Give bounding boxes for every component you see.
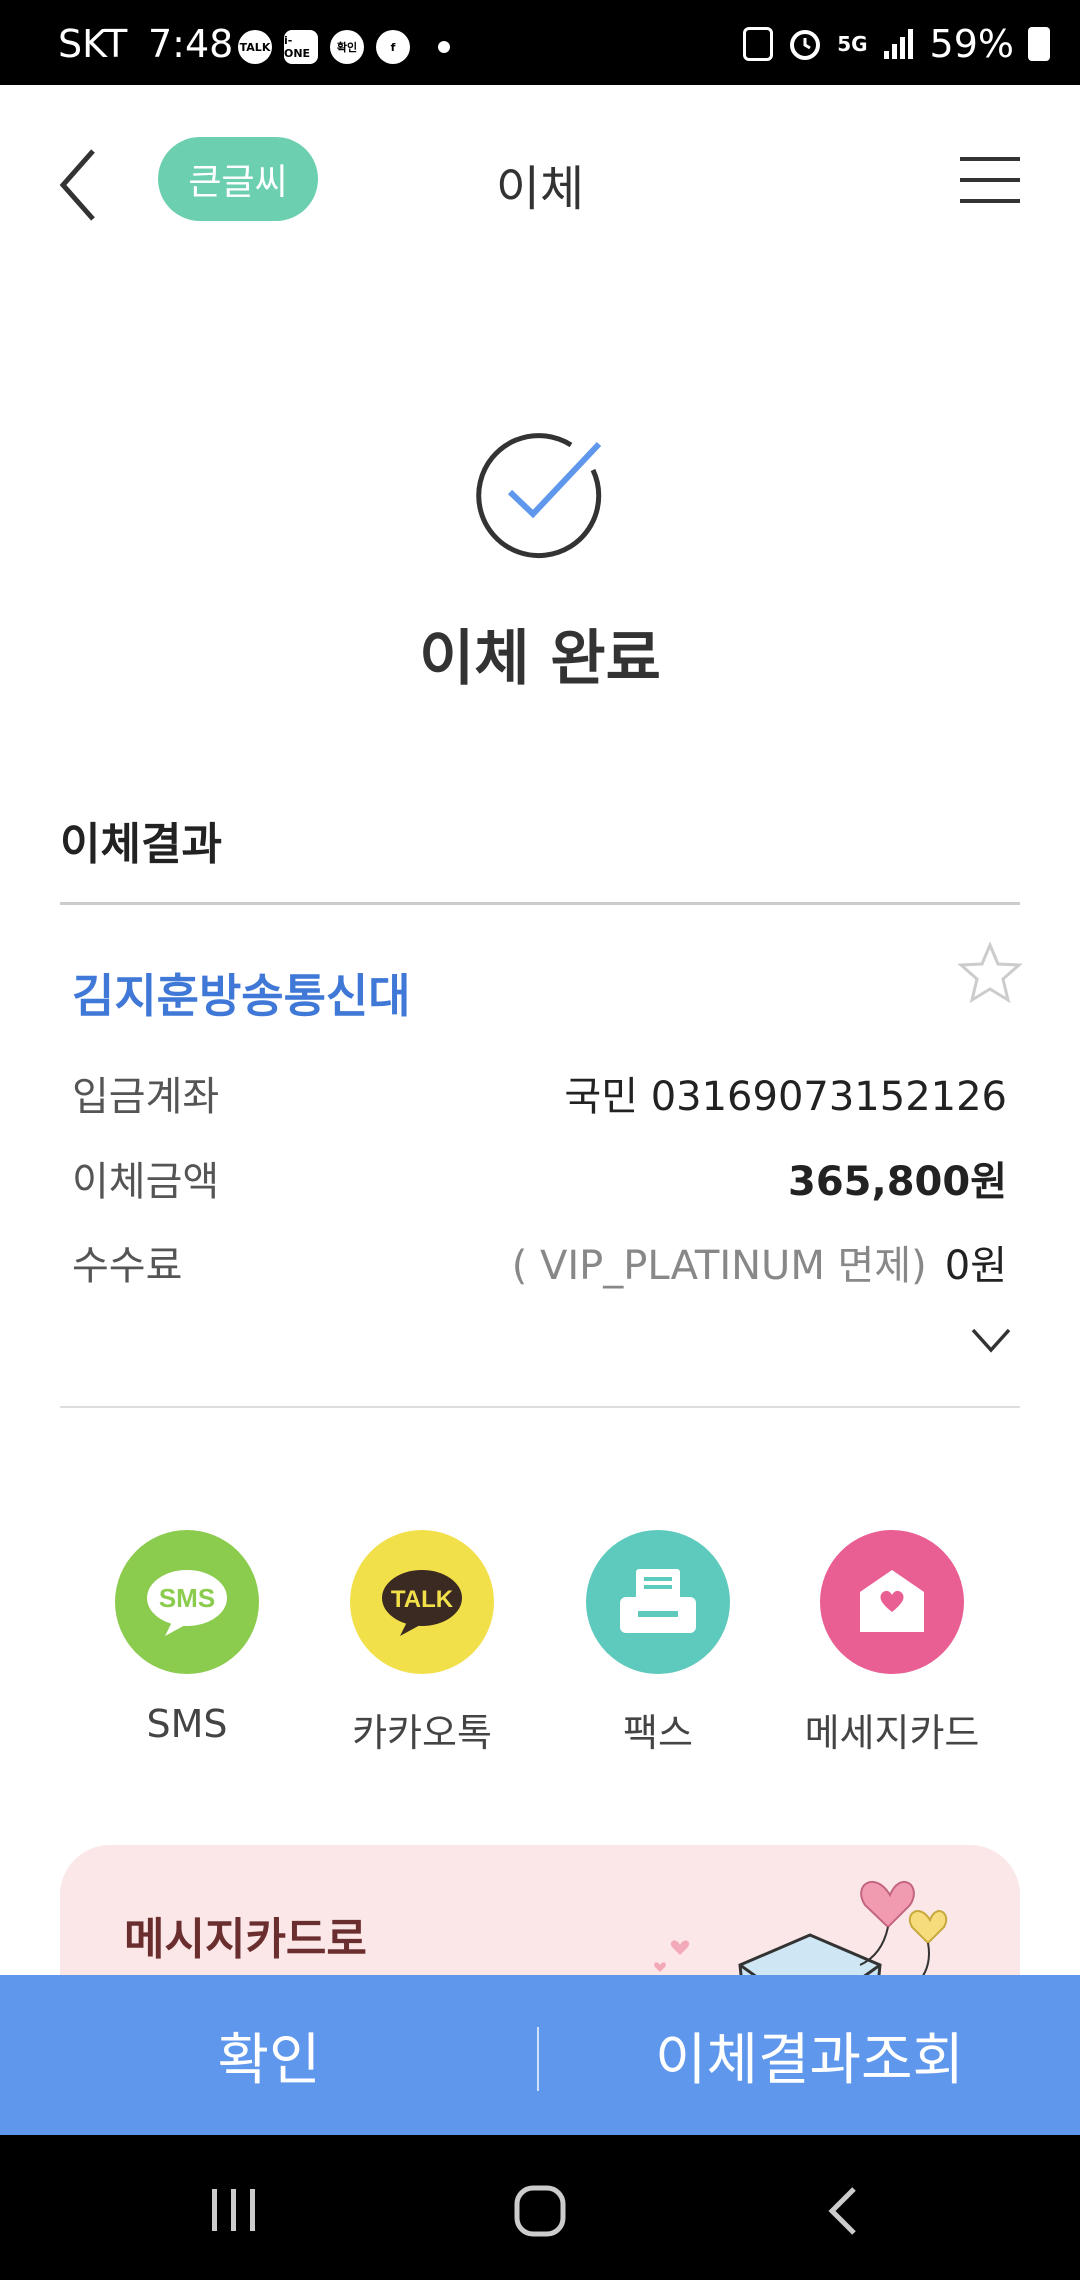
divider xyxy=(60,1406,1020,1408)
status-bar: SKT 7:48 TALK i-ONE 확인 f 5G 59% xyxy=(0,0,1080,85)
page-title: 이체 xyxy=(495,161,585,217)
confirm-button[interactable]: 확인 xyxy=(0,1975,538,2135)
signal-icon xyxy=(883,29,913,59)
svg-text:TALK: TALK xyxy=(391,1586,454,1613)
bottom-action-bar: 확인 이체결과조회 xyxy=(0,1975,1080,2135)
share-sms-button[interactable]: SMS SMS xyxy=(87,1530,287,1746)
app-header: 큰글씨 이체 xyxy=(0,85,1080,275)
data-saver-icon xyxy=(743,27,774,61)
share-kakaotalk-label: 카카오톡 xyxy=(352,1711,492,1755)
transfer-complete-title: 이체 완료 xyxy=(419,624,661,694)
expand-chevron-down-icon[interactable] xyxy=(970,1326,1012,1354)
battery-percent: 59% xyxy=(929,22,1014,66)
transfer-amount-value: 365,800원 xyxy=(788,1159,1007,1205)
message-card-icon xyxy=(820,1530,964,1674)
check-circle-icon xyxy=(476,433,602,559)
banner-text: 메시지카드로 xyxy=(124,1914,367,1965)
deposit-account-value: 국민 03169073152126 xyxy=(564,1074,1007,1120)
system-navigation-bar xyxy=(0,2135,1080,2280)
network-type-label: 5G xyxy=(837,32,868,56)
transfer-result-lookup-button[interactable]: 이체결과조회 xyxy=(539,1975,1080,2135)
notification-icons: TALK i-ONE 확인 f xyxy=(238,30,450,64)
ione-bank-notification-icon: i-ONE xyxy=(284,30,318,64)
share-message-card-label: 메세지카드 xyxy=(804,1711,980,1755)
favorite-star-icon[interactable] xyxy=(958,942,1022,1004)
deposit-account-label: 입금계좌 xyxy=(72,1074,220,1120)
system-back-icon[interactable] xyxy=(824,2185,860,2237)
fee-value-group: ( VIP_PLATINUM 면제) 0원 xyxy=(512,1233,1007,1291)
fee-label: 수수료 xyxy=(72,1243,183,1289)
share-fax-button[interactable]: 팩스 xyxy=(558,1530,758,1757)
facebook-notification-icon: f xyxy=(376,30,410,64)
fee-row: 수수료 ( VIP_PLATINUM 면제) 0원 xyxy=(72,1233,1007,1293)
fax-icon xyxy=(586,1530,730,1674)
kakaotalk-notification-icon: TALK xyxy=(238,30,272,64)
share-message-card-button[interactable]: 메세지카드 xyxy=(792,1530,992,1757)
deposit-account-row: 입금계좌 국민 03169073152126 xyxy=(72,1064,1007,1124)
svg-text:SMS: SMS xyxy=(159,1583,215,1613)
carrier-label: SKT xyxy=(58,22,128,66)
more-notifications-dot-icon xyxy=(438,41,450,53)
clock: 7:48 xyxy=(148,22,234,66)
divider xyxy=(60,902,1020,905)
battery-icon xyxy=(1028,27,1050,61)
share-kakaotalk-button[interactable]: TALK 카카오톡 xyxy=(322,1530,522,1757)
kakaotalk-icon: TALK xyxy=(350,1530,494,1674)
home-icon[interactable] xyxy=(512,2183,568,2239)
alarm-icon xyxy=(790,30,821,60)
fee-value: 0원 xyxy=(944,1243,1007,1289)
confirm-notification-icon: 확인 xyxy=(330,30,364,64)
transfer-amount-row: 이체금액 365,800원 xyxy=(72,1149,1007,1209)
recipient-name: 김지훈방송통신대 xyxy=(72,969,411,1023)
share-sms-label: SMS xyxy=(146,1702,228,1746)
recent-apps-icon[interactable] xyxy=(208,2185,260,2235)
system-status-icons: 5G 59% xyxy=(743,22,1050,66)
fee-exemption-note: ( VIP_PLATINUM 면제) xyxy=(511,1243,927,1289)
result-heading: 이체결과 xyxy=(60,819,222,870)
sms-icon: SMS xyxy=(115,1530,259,1674)
share-fax-label: 팩스 xyxy=(623,1711,693,1755)
hamburger-menu-icon[interactable] xyxy=(960,155,1020,205)
transfer-amount-label: 이체금액 xyxy=(72,1159,220,1205)
